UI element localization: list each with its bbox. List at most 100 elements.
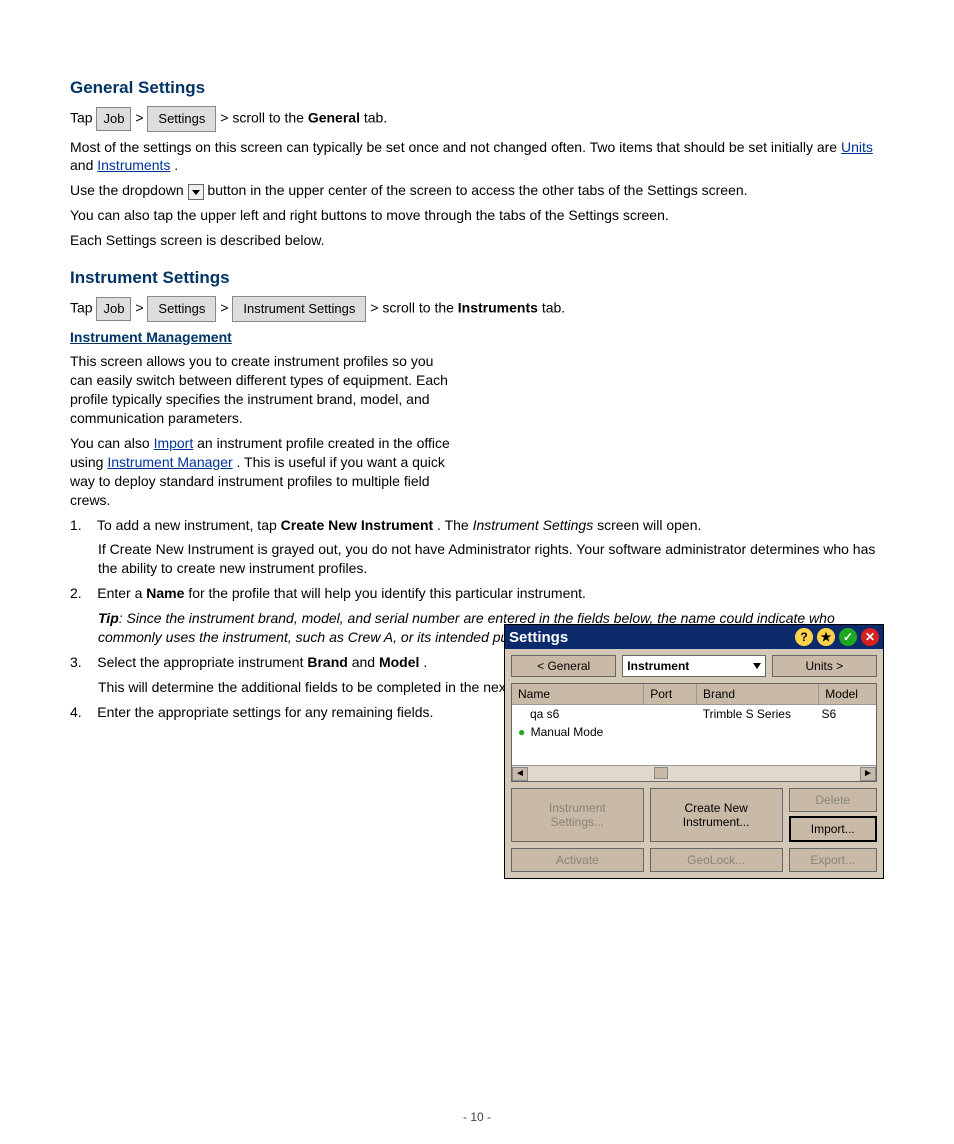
step-1-note: If Create New Instrument is grayed out, … [98, 540, 884, 578]
text: screen will open. [597, 517, 701, 533]
instrument-settings-btn[interactable]: Instrument Settings... [511, 788, 644, 842]
favorite-icon[interactable]: ★ [817, 628, 835, 646]
general-para4: You can also tap the upper left and righ… [70, 206, 884, 225]
step-number: 2. [70, 585, 82, 601]
scroll-thumb[interactable] [654, 767, 668, 779]
text: Enter a [97, 585, 146, 601]
text: To add a new instrument, tap [97, 517, 281, 533]
model-field-label: Model [379, 654, 419, 670]
text: > [135, 299, 147, 315]
ok-icon[interactable]: ✓ [839, 628, 857, 646]
text: > scroll to the [220, 109, 308, 125]
instruments-link[interactable]: Instruments [97, 157, 170, 173]
instrument-settings-button[interactable]: Instrument Settings [232, 296, 366, 322]
cell-model [820, 725, 870, 739]
nav-next-button[interactable]: Units > [772, 655, 877, 677]
delete-btn[interactable]: Delete [789, 788, 878, 812]
general-para5: Each Settings screen is described below. [70, 231, 884, 250]
settings-button[interactable]: Settings [147, 106, 216, 132]
create-new-instrument-btn[interactable]: Create New Instrument... [650, 788, 783, 842]
text: Most of the settings on this screen can … [70, 139, 841, 155]
brand-field-label: Brand [307, 654, 347, 670]
settings-button-2[interactable]: Settings [147, 296, 216, 322]
nav-prev-button[interactable]: < General [511, 655, 616, 677]
instrument-desc: This screen allows you to create instrum… [70, 352, 450, 428]
export-btn[interactable]: Export... [789, 848, 878, 872]
chevron-down-icon [753, 663, 761, 669]
units-link[interactable]: Units [841, 139, 873, 155]
step-number: 1. [70, 517, 82, 533]
text: Use the dropdown [70, 182, 188, 198]
settings-title: Settings [509, 629, 795, 646]
text: Enter the appropriate settings for any r… [97, 704, 433, 720]
job-button-2[interactable]: Job [96, 297, 131, 321]
scroll-right-icon[interactable]: ► [860, 767, 876, 781]
tab-selector[interactable]: Instrument [622, 655, 765, 677]
text: . The [437, 517, 473, 533]
instruments-tab-name: Instruments [458, 299, 538, 315]
general-para2: Most of the settings on this screen can … [70, 138, 884, 176]
text: You can also [70, 435, 154, 451]
page-number: - 10 - [0, 1110, 954, 1124]
create-new-instrument-label: Create New Instrument [281, 517, 433, 533]
text: tab. [542, 299, 565, 315]
text: > [220, 299, 232, 315]
col-model[interactable]: Model [819, 684, 876, 704]
list-header: Name Port Brand Model [512, 684, 876, 705]
job-button[interactable]: Job [96, 107, 131, 131]
general-para3: Use the dropdown button in the upper cen… [70, 181, 884, 200]
col-port[interactable]: Port [644, 684, 697, 704]
instrument-manager-link[interactable]: Instrument Manager [107, 454, 232, 470]
text: and [352, 654, 379, 670]
geolock-btn[interactable]: GeoLock... [650, 848, 783, 872]
activate-btn[interactable]: Activate [511, 848, 644, 872]
cell-port [660, 707, 703, 721]
col-brand[interactable]: Brand [697, 684, 819, 704]
scroll-track[interactable] [528, 767, 844, 781]
import-link[interactable]: Import [154, 435, 194, 451]
tab-selector-value: Instrument [627, 659, 689, 673]
horizontal-scrollbar[interactable]: ◄ ► [512, 765, 876, 781]
step-2: 2. Enter a Name for the profile that wil… [70, 584, 884, 603]
instrument-management-heading: Instrument Management [70, 328, 884, 347]
dropdown-icon[interactable] [188, 184, 204, 200]
text: . [174, 157, 178, 173]
text: Tap [70, 109, 96, 125]
settings-dialog: Settings ? ★ ✓ ✕ < General Instrument Un… [504, 624, 884, 879]
instrument-import-para: You can also Import an instrument profil… [70, 434, 450, 510]
step-number: 4. [70, 704, 82, 720]
instrument-intro: Tap Job > Settings > Instrument Settings… [70, 296, 884, 322]
col-name[interactable]: Name [512, 684, 644, 704]
cell-name: Manual Mode [531, 725, 604, 739]
text: > [135, 109, 147, 125]
cell-brand: Trimble S Series [703, 707, 822, 721]
active-dot-icon: ● [518, 725, 525, 739]
step-number: 3. [70, 654, 82, 670]
text: tab. [364, 109, 387, 125]
list-row[interactable]: qa s6 Trimble S Series S6 [512, 705, 876, 723]
close-icon[interactable]: ✕ [861, 628, 879, 646]
text: > scroll to the [370, 299, 458, 315]
text: Tap [70, 299, 96, 315]
general-intro: Tap Job > Settings > scroll to the Gener… [70, 106, 884, 132]
scroll-left-icon[interactable]: ◄ [512, 767, 528, 781]
text: button in the upper center of the screen… [207, 182, 747, 198]
settings-titlebar: Settings ? ★ ✓ ✕ [505, 625, 883, 649]
text: for the profile that will help you ident… [188, 585, 586, 601]
cell-name: qa s6 [518, 707, 660, 721]
cell-model: S6 [821, 707, 870, 721]
help-icon[interactable]: ? [795, 628, 813, 646]
instrument-settings-screen-name: Instrument Settings [473, 517, 594, 533]
instrument-settings-title: Instrument Settings [70, 268, 884, 288]
step-1: 1. To add a new instrument, tap Create N… [70, 516, 884, 535]
instrument-list[interactable]: Name Port Brand Model qa s6 Trimble S Se… [511, 683, 877, 782]
text: Select the appropriate instrument [97, 654, 307, 670]
cell-port [652, 725, 697, 739]
import-btn[interactable]: Import... [789, 816, 878, 842]
cell-brand [697, 725, 820, 739]
general-tab-name: General [308, 109, 360, 125]
list-row[interactable]: ● Manual Mode [512, 723, 876, 741]
general-settings-title: General Settings [70, 78, 884, 98]
tip-label: Tip [98, 610, 119, 626]
name-field-label: Name [146, 585, 184, 601]
